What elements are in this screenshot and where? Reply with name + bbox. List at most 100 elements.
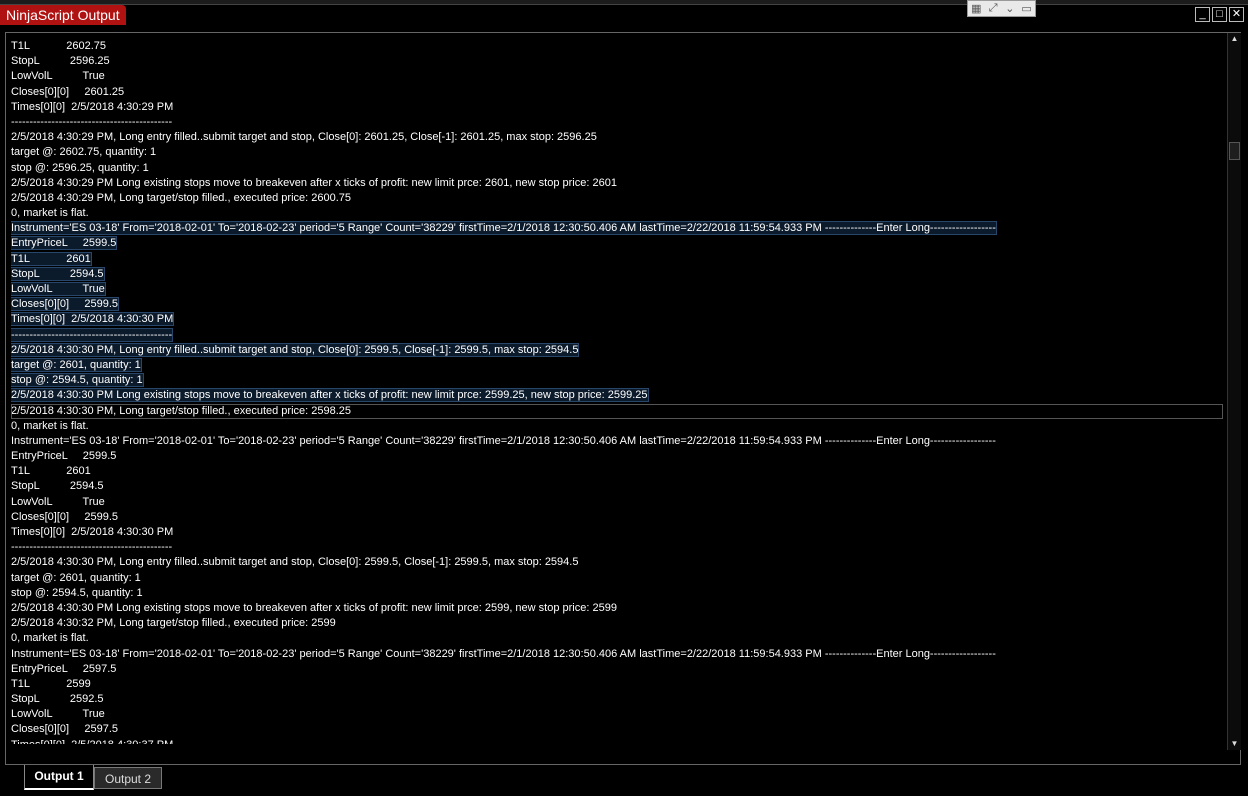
output-line: T1L 2599 (11, 677, 1223, 692)
output-line: ----------------------------------------… (11, 327, 1223, 343)
output-line-text: 2/5/2018 4:30:29 PM, Long entry filled..… (11, 131, 597, 144)
output-line-text: target @: 2601, quantity: 1 (11, 571, 141, 584)
output-line: Times[0][0] 2/5/2018 4:30:37 PM (11, 738, 1223, 744)
output-line-text: Times[0][0] 2/5/2018 4:30:30 PM (11, 312, 175, 327)
output-line: Closes[0][0] 2599.5 (11, 510, 1223, 525)
output-line: LowVolL True (11, 282, 1223, 297)
output-line-text: StopL 2592.5 (11, 693, 104, 706)
output-line-text: Instrument='ES 03-18' From='2018-02-01' … (11, 647, 996, 660)
output-line: 2/5/2018 4:30:29 PM, Long entry filled..… (11, 130, 1223, 145)
minimize-button[interactable]: _ (1195, 7, 1210, 22)
output-line: stop @: 2594.5, quantity: 1 (11, 373, 1223, 388)
output-line-text: T1L 2601 (11, 465, 91, 478)
output-line: StopL 2592.5 (11, 692, 1223, 707)
grid-icon[interactable]: ▦ (969, 2, 983, 15)
output-line: 0, market is flat. (11, 419, 1223, 434)
output-line-text: 2/5/2018 4:30:30 PM, Long target/stop fi… (11, 404, 352, 417)
output-line: target @: 2601, quantity: 1 (11, 357, 1223, 373)
output-line: Times[0][0] 2/5/2018 4:30:29 PM (11, 100, 1223, 115)
output-line: StopL 2594.5 (11, 266, 1223, 282)
output-line-text: Times[0][0] 2/5/2018 4:30:37 PM (11, 739, 173, 744)
output-line-text: Closes[0][0] 2599.5 (11, 297, 120, 312)
output-line-text: ----------------------------------------… (11, 115, 173, 128)
output-line: EntryPriceL 2599.5 (11, 236, 1223, 251)
output-line: StopL 2594.5 (11, 479, 1223, 494)
window-title: NinjaScript Output (6, 7, 120, 23)
output-line: Instrument='ES 03-18' From='2018-02-01' … (11, 434, 1223, 449)
tab-output-1[interactable]: Output 1 (24, 765, 94, 790)
floating-toolbar: ▦ ⤢ ⌄ ▭ (967, 0, 1036, 17)
output-line: Closes[0][0] 2599.5 (11, 297, 1223, 312)
output-line-text: 0, market is flat. (11, 419, 89, 432)
output-line-text: StopL 2594.5 (11, 266, 105, 281)
output-line: Instrument='ES 03-18' From='2018-02-01' … (11, 647, 1223, 662)
output-line: T1L 2601 (11, 464, 1223, 479)
scroll-down-icon[interactable]: ▼ (1228, 738, 1241, 750)
output-line-text: 2/5/2018 4:30:29 PM Long existing stops … (11, 176, 617, 189)
maximize-button[interactable]: □ (1212, 7, 1227, 22)
output-line-text: stop @: 2594.5, quantity: 1 (11, 373, 144, 388)
output-line-text: T1L 2599 (11, 677, 91, 690)
output-line: EntryPriceL 2597.5 (11, 662, 1223, 677)
output-line-text: EntryPriceL 2599.5 (11, 236, 118, 251)
output-line: 2/5/2018 4:30:30 PM, Long entry filled..… (11, 555, 1223, 570)
output-line: 2/5/2018 4:30:30 PM Long existing stops … (11, 601, 1223, 616)
window-controls: _ □ ✕ (1195, 7, 1244, 22)
vertical-scrollbar[interactable]: ▲ ▼ (1227, 33, 1241, 750)
output-line: EntryPriceL 2599.5 (11, 449, 1223, 464)
output-line-text: StopL 2596.25 (11, 55, 110, 68)
output-line: StopL 2596.25 (11, 54, 1223, 69)
output-line-text: StopL 2594.5 (11, 480, 104, 493)
output-line-text: EntryPriceL 2599.5 (11, 450, 117, 463)
output-line: ----------------------------------------… (11, 115, 1223, 130)
output-line-text: LowVolL True (11, 495, 105, 508)
output-line-text: Times[0][0] 2/5/2018 4:30:29 PM (11, 100, 174, 113)
output-line-text: Times[0][0] 2/5/2018 4:30:30 PM (11, 526, 174, 538)
output-line-text: stop @: 2594.5, quantity: 1 (11, 586, 143, 599)
output-line: Closes[0][0] 2597.5 (11, 722, 1223, 737)
output-line-text: Instrument='ES 03-18' From='2018-02-01' … (11, 434, 996, 447)
scroll-up-icon[interactable]: ▲ (1228, 33, 1241, 45)
output-line: 0, market is flat. (11, 631, 1223, 646)
output-line-text: Closes[0][0] 2599.5 (11, 510, 119, 523)
output-line-text: EntryPriceL 2597.5 (11, 662, 117, 675)
chevron-down-icon[interactable]: ⌄ (1003, 2, 1017, 15)
output-line-text: ----------------------------------------… (11, 541, 173, 554)
output-line: LowVolL True (11, 495, 1223, 510)
output-line-text: LowVolL True (11, 708, 105, 721)
output-line-text: 2/5/2018 4:30:30 PM, Long entry filled..… (11, 342, 580, 357)
output-line: stop @: 2596.25, quantity: 1 (11, 161, 1223, 176)
output-line-text: LowVolL True (11, 70, 105, 83)
output-line-text: Instrument='ES 03-18' From='2018-02-01' … (11, 221, 997, 236)
output-line-text: LowVolL True (11, 282, 106, 296)
output-line: stop @: 2594.5, quantity: 1 (11, 586, 1223, 601)
output-line: LowVolL True (11, 707, 1223, 722)
output-line: Times[0][0] 2/5/2018 4:30:30 PM (11, 312, 1223, 327)
output-text-area[interactable]: T1L 2602.75 StopL 2596.25 LowVolL True Clos… (11, 39, 1223, 744)
output-line: 0, market is flat. (11, 206, 1223, 221)
output-line: T1L 2601 (11, 251, 1223, 267)
tab-output-2[interactable]: Output 2 (94, 767, 162, 789)
output-line-text: target @: 2602.75, quantity: 1 (11, 146, 157, 159)
output-line-text: Closes[0][0] 2601.25 (11, 85, 125, 98)
output-line-text: 2/5/2018 4:30:30 PM Long existing stops … (11, 388, 649, 403)
output-line: 2/5/2018 4:30:32 PM, Long target/stop fi… (11, 616, 1223, 631)
close-button[interactable]: ✕ (1229, 7, 1244, 22)
output-line: LowVolL True (11, 69, 1223, 84)
output-line-text: 2/5/2018 4:30:30 PM, Long entry filled..… (11, 556, 579, 569)
output-line: target @: 2601, quantity: 1 (11, 571, 1223, 586)
output-line-text: T1L 2602.75 (11, 40, 106, 52)
output-line-text: Closes[0][0] 2597.5 (11, 723, 119, 736)
link-windows-icon[interactable]: ▭ (1020, 2, 1034, 15)
output-line: target @: 2602.75, quantity: 1 (11, 145, 1223, 160)
output-line-text: stop @: 2596.25, quantity: 1 (11, 161, 149, 174)
top-border (0, 0, 1248, 5)
scroll-thumb[interactable] (1229, 142, 1240, 160)
output-line-text: ----------------------------------------… (11, 327, 174, 342)
expand-icon[interactable]: ⤢ (986, 2, 1000, 15)
output-line: Instrument='ES 03-18' From='2018-02-01' … (11, 221, 1223, 236)
output-line: Closes[0][0] 2601.25 (11, 85, 1223, 100)
output-line-text: 0, market is flat. (11, 207, 89, 220)
output-line: 2/5/2018 4:30:30 PM, Long target/stop fi… (11, 403, 1223, 419)
window-title-tab[interactable]: NinjaScript Output (0, 5, 126, 25)
